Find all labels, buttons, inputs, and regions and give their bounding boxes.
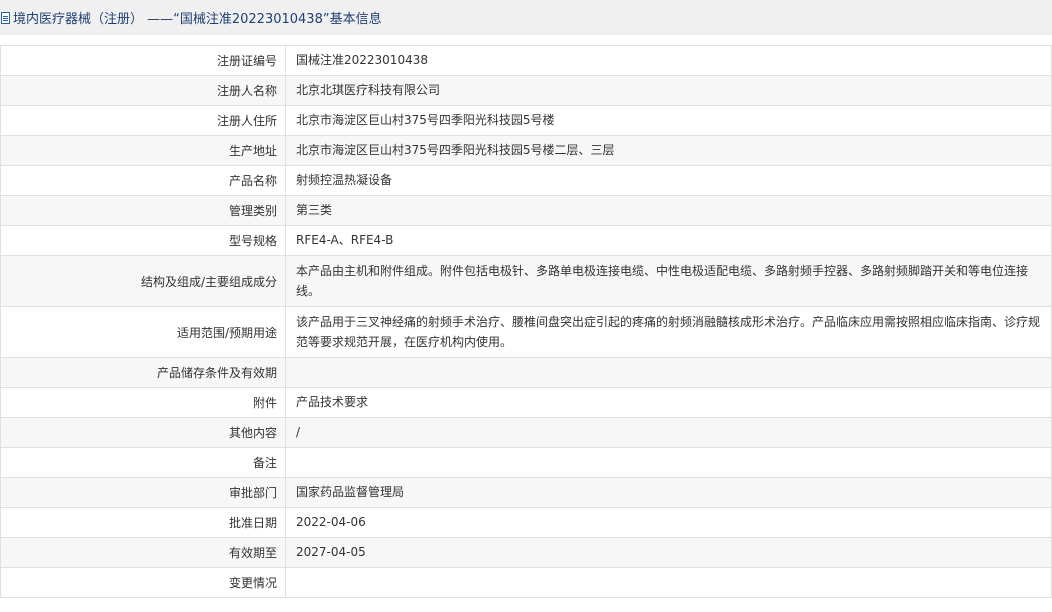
page-title: 境内医疗器械（注册） ——“国械注准20223010438”基本信息 [13, 12, 382, 27]
row-label: 注册人名称 [0, 75, 286, 106]
row-value: 国械注准20223010438 [285, 45, 1052, 76]
row-label: 审批部门 [0, 477, 286, 508]
row-label: 其他内容 [0, 417, 286, 448]
row-value: 北京市海淀区巨山村375号四季阳光科技园5号楼 [285, 105, 1052, 136]
row-label: 附件 [0, 387, 286, 418]
table-row: 批准日期 2022-04-06 [0, 507, 1052, 538]
table-row: 其他内容 / [0, 417, 1052, 448]
row-value: RFE4-A、RFE4-B [285, 225, 1052, 256]
row-value: 国家药品监督管理局 [285, 477, 1052, 508]
table-row: 有效期至 2027-04-05 [0, 537, 1052, 568]
row-value: 产品技术要求 [285, 387, 1052, 418]
row-value [285, 447, 1052, 478]
row-value [285, 357, 1052, 388]
table-row: 附件 产品技术要求 [0, 387, 1052, 418]
table-row: 适用范围/预期用途 该产品用于三叉神经痛的射频手术治疗、腰椎间盘突出症引起的疼痛… [0, 306, 1052, 358]
table-row: 结构及组成/主要组成成分 本产品由主机和附件组成。附件包括电极针、多路单电极连接… [0, 255, 1052, 307]
row-label: 产品储存条件及有效期 [0, 357, 286, 388]
row-label: 批准日期 [0, 507, 286, 538]
table-row: 管理类别 第三类 [0, 195, 1052, 226]
row-value: 北京市海淀区巨山村375号四季阳光科技园5号楼二层、三层 [285, 135, 1052, 166]
row-value: 第三类 [285, 195, 1052, 226]
row-value: 该产品用于三叉神经痛的射频手术治疗、腰椎间盘突出症引起的疼痛的射频消融髓核成形术… [285, 306, 1052, 358]
row-value: 2022-04-06 [285, 507, 1052, 538]
row-value [285, 567, 1052, 598]
table-row: 备注 [0, 447, 1052, 478]
info-table: 注册证编号 国械注准20223010438 注册人名称 北京北琪医疗科技有限公司… [0, 45, 1052, 598]
document-icon [1, 11, 10, 24]
table-row: 变更情况 [0, 567, 1052, 598]
row-label: 产品名称 [0, 165, 286, 196]
row-value: 本产品由主机和附件组成。附件包括电极针、多路单电极连接电缆、中性电极适配电缆、多… [285, 255, 1052, 307]
row-label: 注册人住所 [0, 105, 286, 136]
table-row: 注册证编号 国械注准20223010438 [0, 45, 1052, 76]
table-row: 注册人住所 北京市海淀区巨山村375号四季阳光科技园5号楼 [0, 105, 1052, 136]
table-row: 审批部门 国家药品监督管理局 [0, 477, 1052, 508]
row-value: 北京北琪医疗科技有限公司 [285, 75, 1052, 106]
row-value: 射频控温热凝设备 [285, 165, 1052, 196]
row-label: 型号规格 [0, 225, 286, 256]
table-row: 生产地址 北京市海淀区巨山村375号四季阳光科技园5号楼二层、三层 [0, 135, 1052, 166]
table-row: 型号规格 RFE4-A、RFE4-B [0, 225, 1052, 256]
row-value: 2027-04-05 [285, 537, 1052, 568]
row-label: 注册证编号 [0, 45, 286, 76]
row-label: 有效期至 [0, 537, 286, 568]
row-value: / [285, 417, 1052, 448]
table-row: 注册人名称 北京北琪医疗科技有限公司 [0, 75, 1052, 106]
row-label: 适用范围/预期用途 [0, 306, 286, 358]
row-label: 结构及组成/主要组成成分 [0, 255, 286, 307]
row-label: 变更情况 [0, 567, 286, 598]
row-label: 生产地址 [0, 135, 286, 166]
table-row: 产品储存条件及有效期 [0, 357, 1052, 388]
page-header: 境内医疗器械（注册） ——“国械注准20223010438”基本信息 [0, 0, 1052, 35]
table-row: 产品名称 射频控温热凝设备 [0, 165, 1052, 196]
row-label: 管理类别 [0, 195, 286, 226]
row-label: 备注 [0, 447, 286, 478]
